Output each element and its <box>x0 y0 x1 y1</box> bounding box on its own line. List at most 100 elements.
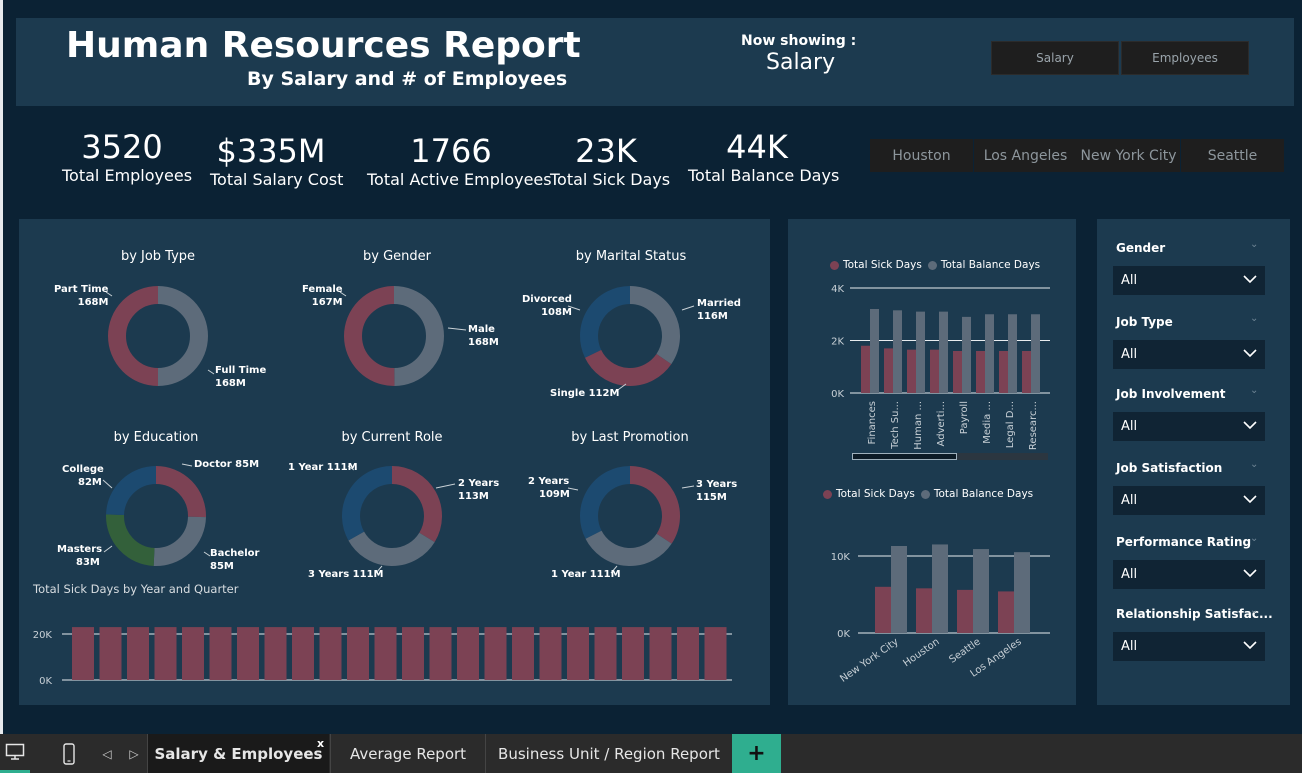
quarter-bar[interactable] <box>99 627 122 680</box>
dept-balance-bar[interactable] <box>1031 314 1040 393</box>
leader-line <box>681 305 695 311</box>
add-page-button[interactable]: + <box>732 734 781 773</box>
slicer-collapse-icon[interactable]: ⌄ <box>1250 605 1258 616</box>
dept-sick-bar[interactable] <box>999 351 1008 393</box>
quarter-bar[interactable] <box>704 627 727 680</box>
slicer-dropdown[interactable]: All <box>1113 340 1265 369</box>
dept-sick-bar[interactable] <box>953 351 962 393</box>
quarter-bar[interactable] <box>127 627 149 680</box>
dept-balance-bar[interactable] <box>893 310 902 393</box>
donut-slice-part-time[interactable] <box>157 286 208 386</box>
quarter-bar[interactable] <box>429 627 452 680</box>
donut-slice-masters[interactable] <box>106 514 156 566</box>
donut-slice-2-years[interactable] <box>391 466 442 543</box>
quarter-bar[interactable] <box>649 627 672 680</box>
quarter-bar[interactable] <box>484 627 507 680</box>
dept-balance-bar[interactable] <box>916 311 925 393</box>
dept-scrollbar-thumb[interactable] <box>852 453 957 460</box>
donut-slice-bachelor[interactable] <box>153 516 206 566</box>
slicer-collapse-icon[interactable]: ⌄ <box>1250 313 1258 324</box>
quarter-bar[interactable] <box>292 627 314 680</box>
slicer-dropdown[interactable]: All <box>1113 412 1265 441</box>
quarter-bar[interactable] <box>567 627 589 680</box>
dept-balance-bar[interactable] <box>962 316 971 393</box>
dept-balance-bar[interactable] <box>1008 314 1017 393</box>
slicer-dropdown[interactable]: All <box>1113 560 1265 589</box>
tab-salary-employees[interactable]: Salary & Employees <box>147 734 329 773</box>
slicer-selected-value: All <box>1121 347 1138 362</box>
donut-slice-3-years[interactable] <box>348 531 435 566</box>
tab-average-report[interactable]: Average Report <box>330 734 485 773</box>
quarter-bar[interactable] <box>402 627 424 680</box>
quarter-bar[interactable] <box>374 627 397 680</box>
dept-sick-bar[interactable] <box>976 351 985 393</box>
chevron-down-icon <box>1243 567 1257 582</box>
x-tick-label: Media ... <box>982 401 993 444</box>
quarter-bar[interactable] <box>539 627 562 680</box>
donut-label-2-years-role: 2 Years 113M <box>458 478 500 502</box>
slicer-collapse-icon[interactable]: ⌄ <box>1250 385 1258 396</box>
quarter-bar[interactable] <box>72 627 94 680</box>
city-sick-bar[interactable] <box>916 588 932 633</box>
leader-line <box>681 485 695 489</box>
slicer-dropdown[interactable]: All <box>1113 266 1265 295</box>
legend-sick-dot <box>830 260 839 270</box>
slicer-collapse-icon[interactable]: ⌄ <box>1250 239 1258 250</box>
quarter-bar[interactable] <box>154 627 177 680</box>
donut-slice-male[interactable] <box>344 286 395 386</box>
city-sick-bar[interactable] <box>875 586 891 633</box>
desktop-view-icon[interactable] <box>0 734 30 773</box>
dept-sick-bar[interactable] <box>861 345 870 393</box>
city-sick-bar[interactable] <box>957 589 973 633</box>
slicer-dropdown[interactable]: All <box>1113 486 1265 515</box>
quarter-bar[interactable] <box>622 627 644 680</box>
dept-sick-bar[interactable] <box>907 349 916 393</box>
donut-slice-divorced[interactable] <box>580 286 631 358</box>
donut-slice-3-years[interactable] <box>629 466 680 544</box>
dept-scrollbar[interactable] <box>852 453 1048 460</box>
donut-slice-married[interactable] <box>629 286 680 365</box>
slicer-label: Job Satisfaction <box>1116 461 1223 475</box>
quarter-bar[interactable] <box>457 627 479 680</box>
city-sick-bar[interactable] <box>998 591 1014 633</box>
city-balance-bar[interactable] <box>1014 552 1030 633</box>
dept-sick-bar[interactable] <box>884 348 893 393</box>
city-balance-bar[interactable] <box>891 545 907 633</box>
donut-slice-doctor[interactable] <box>155 466 206 518</box>
dept-sick-bar[interactable] <box>930 349 939 393</box>
tab-label: Salary & Employees <box>154 744 323 763</box>
slicer-collapse-icon[interactable]: ⌄ <box>1250 459 1258 470</box>
dept-balance-bar[interactable] <box>870 309 879 393</box>
quarter-bar[interactable] <box>347 627 369 680</box>
dept-sick-bar[interactable] <box>1022 351 1031 393</box>
mobile-view-icon[interactable] <box>58 740 80 768</box>
dept-balance-bar[interactable] <box>985 314 994 393</box>
donut-label-1-year-promo: 1 Year 111M <box>551 569 621 580</box>
donut-slice-2-years[interactable] <box>580 466 631 539</box>
donut-slice-1-year[interactable] <box>342 466 393 541</box>
slicer-dropdown[interactable]: All <box>1113 632 1265 661</box>
tab-business-unit-region-report[interactable]: Business Unit / Region Report <box>485 734 732 773</box>
quarter-bar[interactable] <box>594 627 617 680</box>
donut-slice-college[interactable] <box>106 466 157 516</box>
quarter-bar[interactable] <box>182 627 204 680</box>
donut-label-bachelor: Bachelor 85M <box>210 548 260 572</box>
city-balance-bar[interactable] <box>932 544 948 633</box>
next-page-icon[interactable]: ▷ <box>127 744 141 764</box>
donut-slice-female[interactable] <box>393 286 444 386</box>
donut-slice-1-year[interactable] <box>585 530 672 566</box>
close-tab-icon[interactable]: x <box>317 737 324 750</box>
quarter-bar[interactable] <box>237 627 259 680</box>
slicer-collapse-icon[interactable]: ⌄ <box>1250 533 1258 544</box>
quarter-bar[interactable] <box>512 627 534 680</box>
quarter-bar[interactable] <box>209 627 232 680</box>
y-tick-label: 10K <box>831 552 851 563</box>
quarter-bar[interactable] <box>264 627 287 680</box>
prev-page-icon[interactable]: ◁ <box>100 744 114 764</box>
quarter-bar[interactable] <box>319 627 342 680</box>
city-balance-bar[interactable] <box>973 549 989 633</box>
quarter-bar[interactable] <box>677 627 699 680</box>
donut-slice-single[interactable] <box>584 349 672 386</box>
dept-balance-bar[interactable] <box>939 311 948 393</box>
donut-slice-full-time[interactable] <box>108 286 159 386</box>
